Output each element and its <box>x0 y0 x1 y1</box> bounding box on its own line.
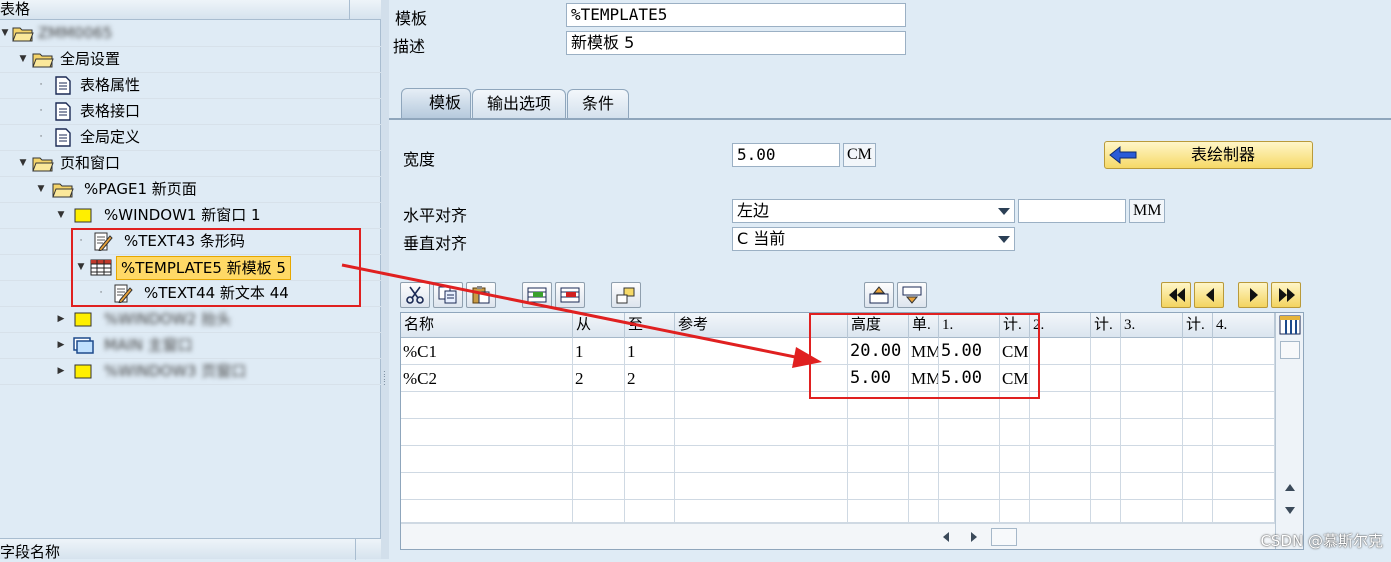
annotation-arrow <box>341 263 822 368</box>
watermark: CSDN @慕斯尔克 <box>1260 532 1383 550</box>
